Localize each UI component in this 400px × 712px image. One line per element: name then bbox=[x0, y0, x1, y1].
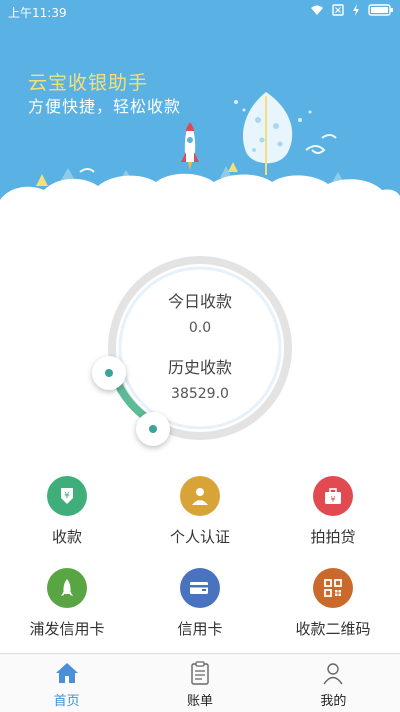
grid-item-personal-verification[interactable]: 个人认证 bbox=[145, 476, 255, 547]
tab-bills[interactable]: 账单 bbox=[133, 654, 266, 712]
tab-mine-label: 我的 bbox=[320, 694, 347, 709]
grid-label-payment-qr-code: 收款二维码 bbox=[295, 620, 371, 638]
sim-card-icon bbox=[332, 4, 344, 16]
qr-code-icon bbox=[313, 568, 353, 608]
grid-label-ppdai: 拍拍贷 bbox=[310, 528, 356, 546]
status-bar: 上午11:39 bbox=[0, 0, 400, 24]
grid-item-spdb-credit-card[interactable]: 浦发信用卡 bbox=[12, 568, 122, 639]
today-collection-value: 0.0 bbox=[188, 320, 212, 336]
briefcase-yuan-icon: ¥ bbox=[313, 476, 353, 516]
app-title: 云宝收银助手 bbox=[28, 72, 149, 94]
bottom-tab-bar: 首页 账单 我的 bbox=[0, 653, 400, 712]
grid-label-credit-card: 信用卡 bbox=[177, 620, 223, 638]
grid-label-personal-verification: 个人认证 bbox=[169, 528, 230, 546]
user-icon bbox=[267, 660, 400, 686]
history-collection-value: 38529.0 bbox=[171, 386, 229, 402]
grid-label-collect: 收款 bbox=[51, 528, 82, 546]
tab-bills-label: 账单 bbox=[186, 694, 213, 709]
header-banner: 上午11:39 云宝收银助手 方便快捷，轻松收款 bbox=[0, 0, 400, 230]
grid-label-spdb-credit-card: 浦发信用卡 bbox=[29, 620, 105, 638]
history-collection-label: 历史收款 bbox=[167, 358, 232, 377]
credit-card-icon bbox=[180, 568, 220, 608]
status-time: 上午11:39 bbox=[8, 6, 67, 20]
svg-text:¥: ¥ bbox=[64, 491, 70, 501]
yuan-download-icon: ¥ bbox=[47, 476, 87, 516]
grid-item-ppdai[interactable]: ¥ 拍拍贷 bbox=[278, 476, 388, 547]
grid-item-payment-qr-code[interactable]: 收款二维码 bbox=[278, 568, 388, 639]
clipboard-icon bbox=[133, 660, 266, 686]
gauge-knob-end bbox=[136, 412, 170, 446]
rocket-icon bbox=[47, 568, 87, 608]
home-icon bbox=[0, 660, 133, 686]
grid-item-credit-card[interactable]: 信用卡 bbox=[145, 568, 255, 639]
tab-home[interactable]: 首页 bbox=[0, 654, 133, 712]
svg-text:¥: ¥ bbox=[330, 495, 335, 504]
wifi-icon bbox=[311, 5, 323, 15]
tab-mine[interactable]: 我的 bbox=[267, 654, 400, 712]
collection-gauge bbox=[108, 256, 292, 440]
grid-item-collect[interactable]: ¥ 收款 bbox=[12, 476, 122, 547]
app-slogan: 方便快捷，轻松收款 bbox=[28, 97, 182, 116]
tab-home-label: 首页 bbox=[53, 694, 80, 709]
person-icon bbox=[180, 476, 220, 516]
battery-icon bbox=[368, 4, 393, 16]
charging-icon bbox=[353, 4, 359, 16]
today-collection-label: 今日收款 bbox=[167, 292, 232, 311]
